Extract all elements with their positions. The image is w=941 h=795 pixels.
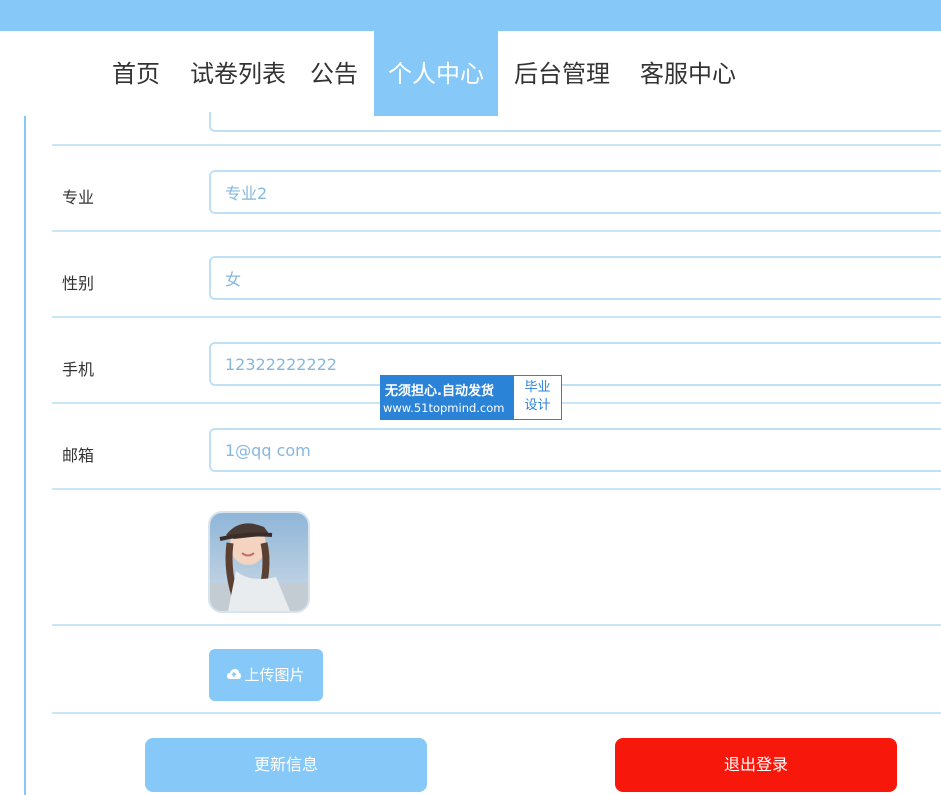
form-row-gender: 性别 bbox=[52, 232, 941, 318]
update-info-button[interactable]: 更新信息 bbox=[145, 738, 427, 792]
upload-image-button[interactable]: 上传图片 bbox=[209, 649, 323, 701]
major-label: 专业 bbox=[62, 188, 95, 207]
form-row-partial bbox=[52, 112, 941, 146]
phone-label: 手机 bbox=[62, 360, 95, 379]
form-row-upload bbox=[52, 626, 941, 714]
watermark-left: 无须担心.自动发货 www.51topmind.com bbox=[381, 376, 514, 419]
cloud-upload-icon bbox=[227, 669, 242, 679]
form-row-major: 专业 bbox=[52, 146, 941, 232]
nav-item-home[interactable]: 首页 bbox=[100, 31, 172, 116]
avatar bbox=[208, 511, 310, 613]
email-label: 邮箱 bbox=[62, 446, 95, 465]
gender-input[interactable] bbox=[209, 256, 941, 300]
phone-input[interactable] bbox=[209, 342, 941, 386]
partial-input[interactable] bbox=[209, 112, 941, 132]
major-input[interactable] bbox=[209, 170, 941, 214]
watermark-url: www.51topmind.com bbox=[383, 401, 505, 415]
upload-button-label: 上传图片 bbox=[244, 666, 305, 684]
nav-item-admin[interactable]: 后台管理 bbox=[502, 31, 622, 116]
email-input[interactable] bbox=[209, 428, 941, 472]
content-left-border bbox=[24, 116, 26, 795]
form-row-avatar bbox=[52, 490, 941, 626]
watermark-slogan: 无须担心.自动发货 bbox=[385, 384, 494, 399]
watermark-badge: 无须担心.自动发货 www.51topmind.com 毕业 设计 bbox=[380, 375, 562, 420]
top-bar bbox=[0, 0, 941, 31]
nav-item-announcement[interactable]: 公告 bbox=[302, 31, 366, 116]
watermark-right-line1: 毕业 bbox=[524, 380, 551, 395]
watermark-right: 毕业 设计 bbox=[514, 376, 561, 419]
logout-button[interactable]: 退出登录 bbox=[615, 738, 897, 792]
page: 首页 试卷列表 公告 个人中心 后台管理 客服中心 专业 性别 手机 邮箱 bbox=[0, 0, 941, 795]
gender-label: 性别 bbox=[62, 274, 95, 293]
nav-item-customer-service[interactable]: 客服中心 bbox=[628, 31, 748, 116]
watermark-right-line2: 设计 bbox=[524, 398, 551, 413]
avatar-image bbox=[210, 513, 308, 611]
nav-item-personal-center[interactable]: 个人中心 bbox=[374, 31, 498, 116]
nav-item-exam-list[interactable]: 试卷列表 bbox=[180, 31, 296, 116]
main-nav: 首页 试卷列表 公告 个人中心 后台管理 客服中心 bbox=[0, 31, 941, 116]
